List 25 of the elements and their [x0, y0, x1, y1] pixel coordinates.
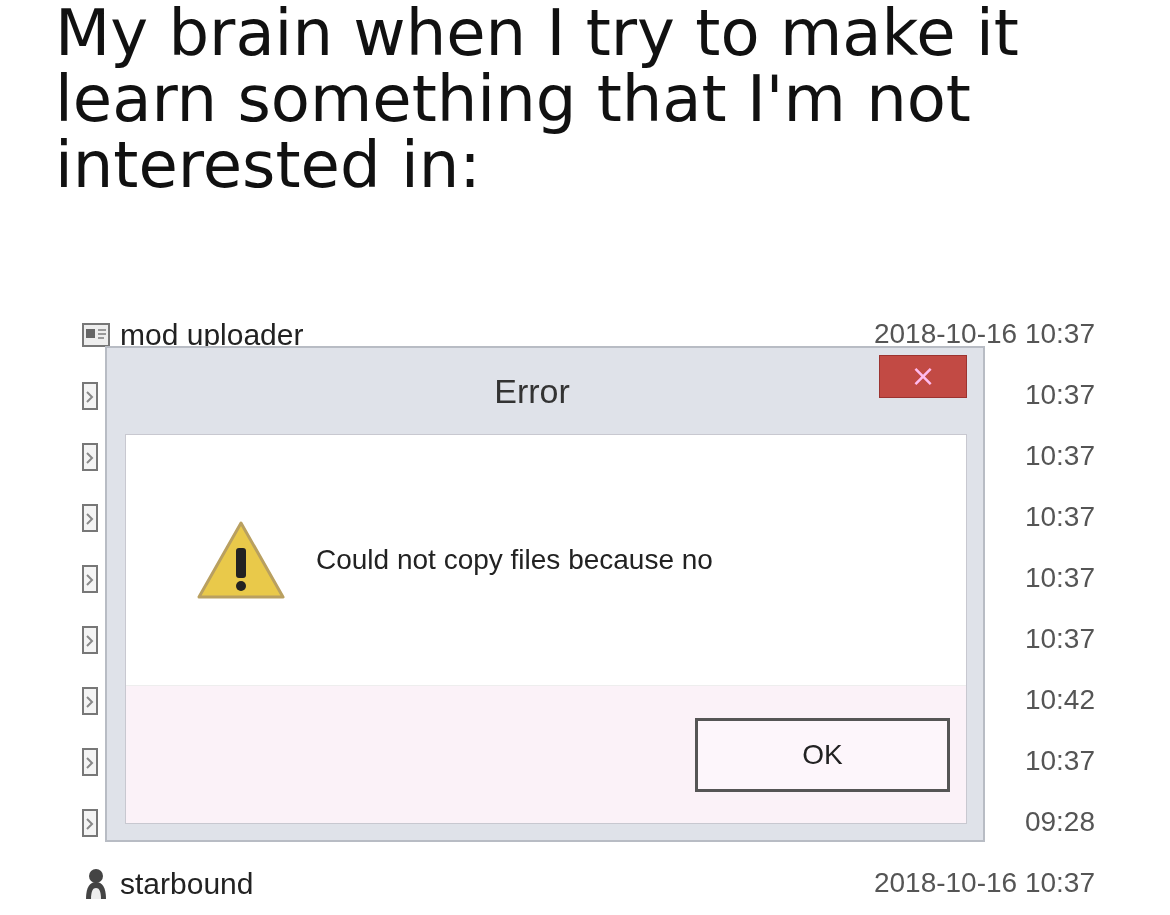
file-icon: [82, 747, 98, 776]
window-icon: [82, 322, 110, 347]
warning-icon: [196, 520, 286, 600]
dialog-title: Error: [493, 371, 571, 411]
file-date: 10:37: [1024, 380, 1095, 411]
file-date: 10:37: [1024, 746, 1095, 777]
file-date: 10:37: [1024, 502, 1095, 533]
file-date: 10:37: [1024, 624, 1095, 655]
file-icon: [82, 686, 98, 715]
error-message: Could not copy files because no: [316, 544, 713, 576]
file-icon: [82, 442, 98, 471]
caption-text: My brain when I try to make it learn something that I'm not interested in:: [55, 0, 1020, 198]
file-date: 09:28: [1024, 807, 1095, 838]
file-date: 10:37: [1024, 441, 1095, 472]
file-icon: [82, 808, 98, 837]
file-date: 2018-10-16 10:37: [873, 868, 1095, 899]
file-icon: [82, 564, 98, 593]
file-icon: [82, 503, 98, 532]
ok-button[interactable]: OK: [695, 717, 950, 792]
file-icon: [82, 381, 98, 410]
file-icon: [82, 625, 98, 654]
file-date: 10:42: [1024, 685, 1095, 716]
file-name[interactable]: starbound: [120, 867, 254, 900]
file-date: 2018-10-16 10:37: [873, 319, 1095, 350]
file-date: 10:37: [1024, 563, 1095, 594]
